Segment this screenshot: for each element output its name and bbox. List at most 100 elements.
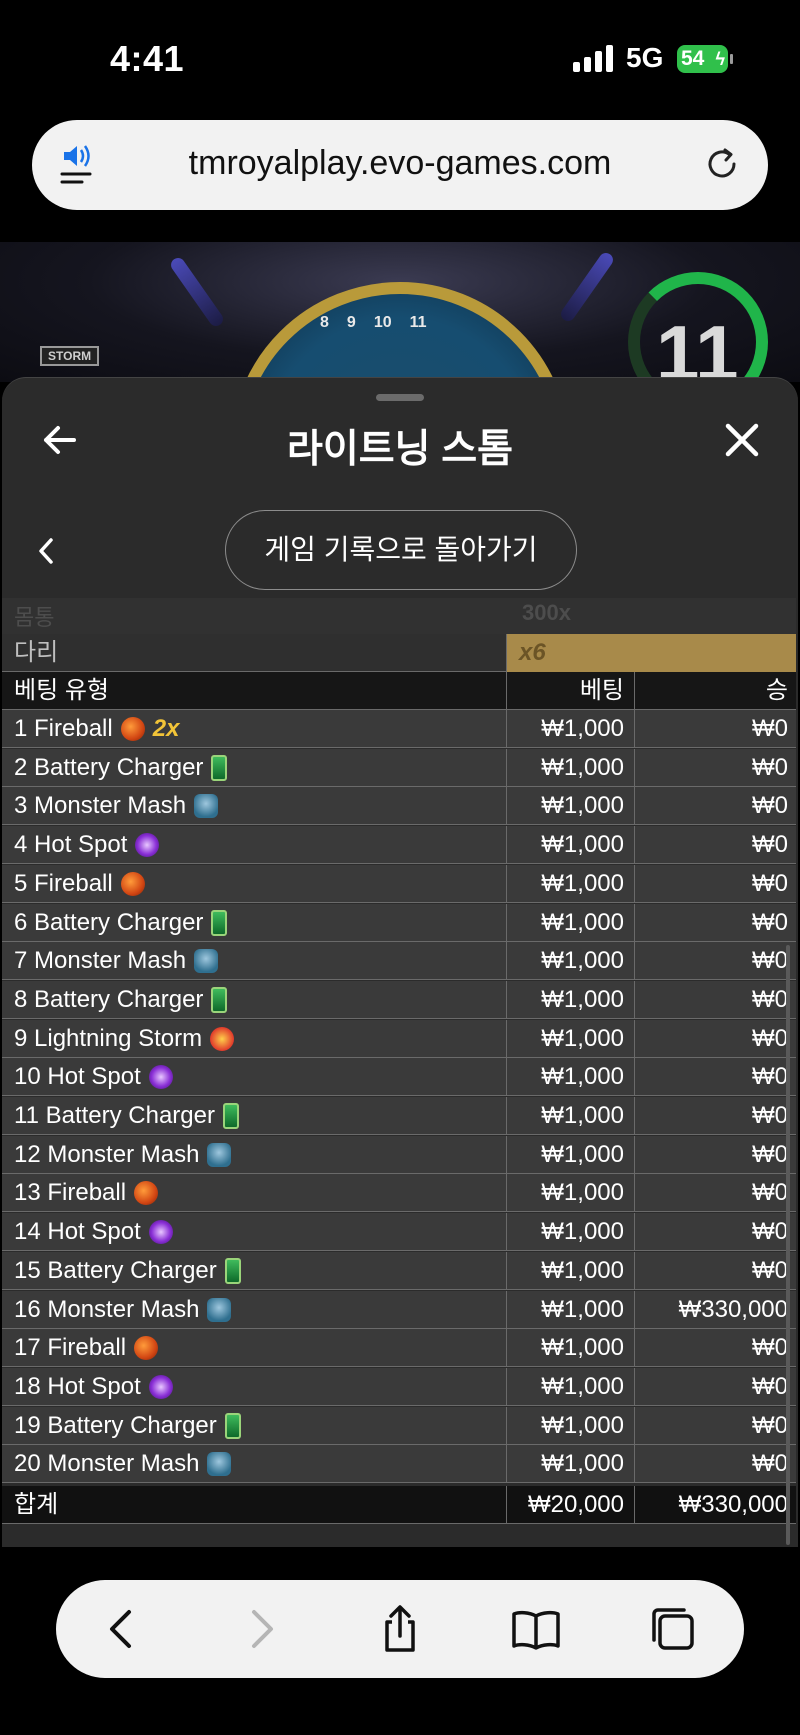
hotspot-icon <box>148 1374 173 1399</box>
monster-icon <box>194 949 219 974</box>
table-row: 18 Hot Spot ₩1,000 ₩0 <box>2 1367 796 1406</box>
bridge-multiplier-cell: x6 <box>507 634 796 672</box>
charging-bolt-icon: ϟ <box>715 49 725 69</box>
fireball-icon <box>134 1181 159 1206</box>
total-label: 합계 <box>14 1491 59 1518</box>
tabs-icon[interactable] <box>648 1604 698 1654</box>
win-amount: ₩0 <box>752 1024 788 1052</box>
bet-type-label: 15 Battery Charger <box>14 1256 217 1284</box>
total-win: ₩330,000 <box>678 1491 788 1518</box>
bet-type-cell: 1 Fireball 2x <box>14 710 506 748</box>
bet-type-cell: 14 Hot Spot <box>14 1213 506 1251</box>
bet-type-label: 19 Battery Charger <box>14 1411 217 1439</box>
header-win: 승 <box>765 677 788 704</box>
table-row: 16 Monster Mash ₩1,000 ₩330,000 <box>2 1290 796 1329</box>
url-text[interactable]: tmroyalplay.evo-games.com <box>32 144 768 183</box>
bet-amount: ₩1,000 <box>541 908 624 936</box>
bet-type-label: 9 Lightning Storm <box>14 1024 203 1052</box>
sheet-title: 라이트닝 스톰 <box>286 428 514 471</box>
bet-type-cell: 18 Hot Spot <box>14 1368 506 1406</box>
clock: 4:41 <box>110 38 185 79</box>
sheet-drag-handle[interactable] <box>376 394 424 401</box>
monster-icon <box>194 794 219 819</box>
header-bet-type: 베팅 유형 <box>14 677 109 704</box>
game-video-banner: 8 9 10 11 STORM 11 <box>0 242 800 382</box>
table-row: 10 Hot Spot ₩1,000 ₩0 <box>2 1058 796 1097</box>
fireball-icon <box>120 717 145 741</box>
bet-type-label: 20 Monster Mash <box>14 1450 200 1478</box>
battery-icon <box>211 754 228 781</box>
bet-type-label: 10 Hot Spot <box>14 1063 141 1091</box>
bet-type-cell: 7 Monster Mash <box>14 942 506 980</box>
faded-label: 몸통 <box>14 605 55 630</box>
win-amount: ₩0 <box>752 1372 788 1400</box>
monster-icon <box>207 1142 232 1167</box>
lightning-icon <box>210 1026 235 1051</box>
table-row: 19 Battery Charger ₩1,000 ₩0 <box>2 1406 796 1445</box>
browser-toolbar <box>56 1580 744 1678</box>
bet-type-label: 17 Fireball <box>14 1334 127 1362</box>
bet-type-cell: 17 Fireball <box>14 1329 506 1367</box>
win-amount: ₩0 <box>752 1411 788 1439</box>
battery-icon <box>223 1103 239 1129</box>
fireball-icon <box>134 1336 159 1361</box>
bet-type-label: 18 Hot Spot <box>14 1372 141 1400</box>
battery-icon <box>211 986 228 1013</box>
win-amount: ₩0 <box>752 947 788 975</box>
win-amount: ₩0 <box>752 1218 788 1246</box>
monster-icon <box>207 1452 232 1477</box>
close-icon[interactable] <box>722 420 762 460</box>
table-row: 11 Battery Charger ₩1,000 ₩0 <box>2 1097 796 1135</box>
forward-icon[interactable] <box>235 1604 285 1654</box>
reload-icon[interactable] <box>702 144 742 184</box>
scrollbar[interactable] <box>786 945 790 1545</box>
bet-type-label: 5 Fireball <box>14 869 113 897</box>
bet-type-label: 12 Monster Mash <box>14 1140 200 1168</box>
bet-amount: ₩1,000 <box>541 1372 624 1400</box>
table-row: 6 Battery Charger ₩1,000 ₩0 <box>2 903 796 942</box>
bet-amount: ₩1,000 <box>541 1140 624 1168</box>
back-icon[interactable] <box>98 1604 148 1654</box>
bet-type-label: 1 Fireball <box>14 715 113 742</box>
win-amount: ₩0 <box>752 1102 788 1129</box>
battery-icon: 54 ϟ <box>677 45 733 73</box>
table-row: 17 Fireball ₩1,000 ₩0 <box>2 1329 796 1368</box>
bookmarks-icon[interactable] <box>511 1604 561 1654</box>
chevron-left-icon[interactable] <box>34 536 58 566</box>
wheel-numbers: 8 9 10 11 <box>320 314 427 331</box>
bet-type-cell: 2 Battery Charger <box>14 749 506 787</box>
bet-type-label: 6 Battery Charger <box>14 908 204 936</box>
win-amount: ₩0 <box>752 1063 788 1091</box>
table-row: 4 Hot Spot ₩1,000 ₩0 <box>2 826 796 865</box>
bet-type-label: 16 Monster Mash <box>14 1295 200 1323</box>
battery-icon <box>224 1257 241 1284</box>
win-amount: ₩0 <box>752 831 788 859</box>
bet-amount: ₩1,000 <box>541 831 624 859</box>
bet-type-label: 13 Fireball <box>14 1179 127 1207</box>
bet-type-label: 8 Battery Charger <box>14 985 204 1013</box>
bet-type-cell: 19 Battery Charger <box>14 1407 506 1445</box>
win-amount: ₩0 <box>752 1140 788 1168</box>
battery-icon <box>211 909 228 936</box>
bet-amount: ₩1,000 <box>541 869 624 897</box>
win-amount: ₩0 <box>752 715 788 742</box>
bet-amount: ₩1,000 <box>541 1218 624 1246</box>
bet-type-cell: 9 Lightning Storm <box>14 1020 506 1058</box>
bet-type-cell: 16 Monster Mash <box>14 1291 506 1329</box>
bet-type-label: 4 Hot Spot <box>14 831 128 859</box>
address-bar[interactable]: tmroyalplay.evo-games.com <box>32 120 768 210</box>
countdown-number: 11 <box>656 309 739 382</box>
hotspot-icon <box>148 1220 173 1245</box>
bet-type-cell: 6 Battery Charger <box>14 904 506 942</box>
tesla-coil-left <box>168 255 226 329</box>
signal-icon <box>573 45 613 72</box>
win-amount: ₩0 <box>752 1334 788 1362</box>
share-icon[interactable] <box>375 1604 425 1654</box>
back-to-history-button[interactable]: 게임 기록으로 돌아가기 <box>225 510 577 590</box>
bet-type-cell: 15 Battery Charger <box>14 1252 506 1290</box>
bet-type-label: 14 Hot Spot <box>14 1218 141 1246</box>
bet-type-cell: 20 Monster Mash <box>14 1445 506 1483</box>
multiplier-badge: 2x <box>152 715 180 742</box>
win-amount: ₩0 <box>752 985 788 1013</box>
bet-type-cell: 11 Battery Charger <box>14 1097 506 1135</box>
